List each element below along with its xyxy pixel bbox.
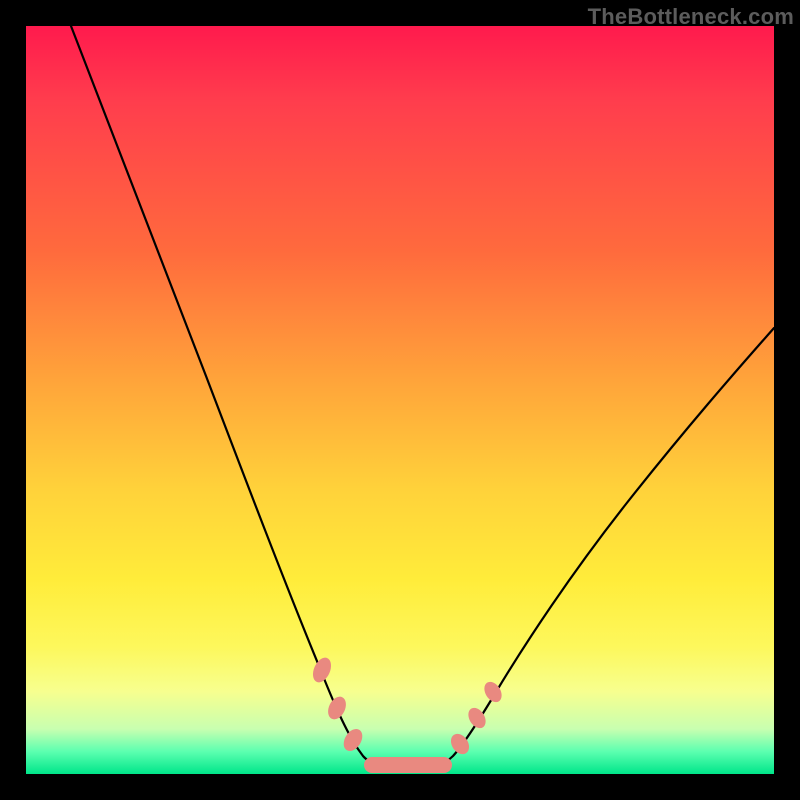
- curve-layer: [26, 26, 774, 774]
- marker-dot: [309, 655, 334, 685]
- marker-bar: [364, 757, 452, 773]
- watermark-text: TheBottleneck.com: [588, 4, 794, 30]
- marker-dot: [340, 726, 366, 755]
- plot-area: [26, 26, 774, 774]
- chart-frame: TheBottleneck.com: [0, 0, 800, 800]
- bottleneck-curve: [71, 26, 774, 766]
- marker-group: [309, 655, 505, 773]
- marker-dot: [325, 694, 350, 723]
